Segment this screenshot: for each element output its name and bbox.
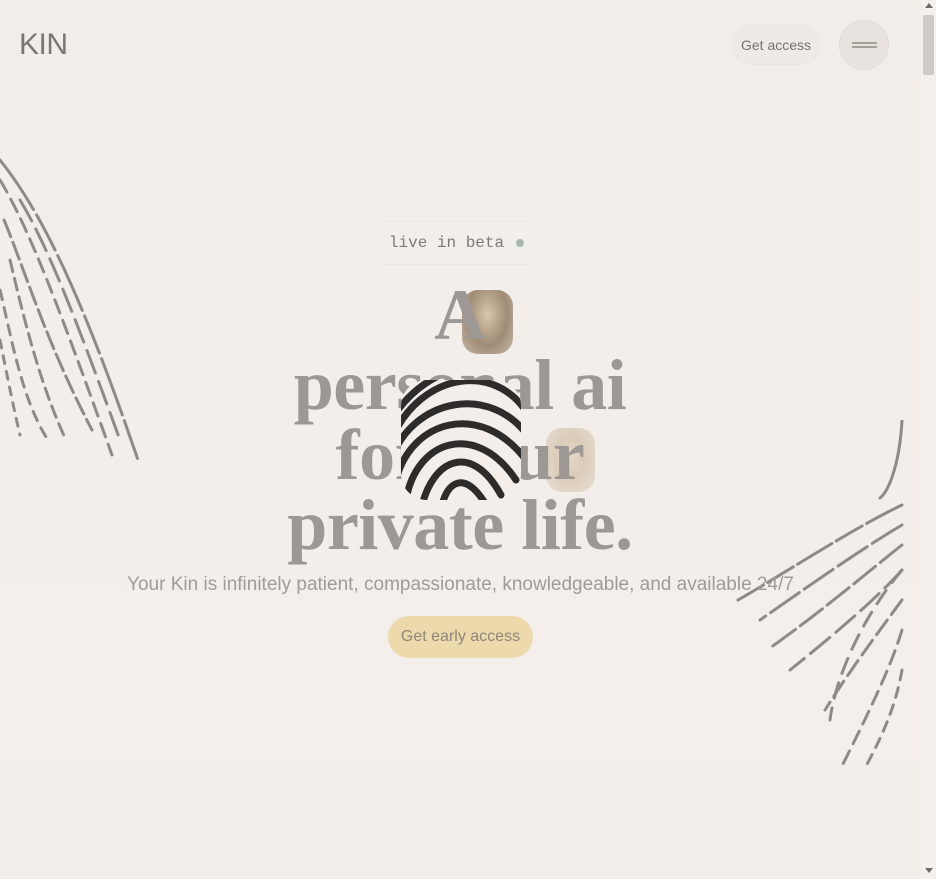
decorative-strands-left (0, 158, 140, 462)
page: KIN Get access live in beta A ai for pri… (0, 0, 921, 879)
beta-badge: live in beta (383, 221, 530, 265)
menu-button[interactable] (839, 20, 889, 70)
status-dot-icon (516, 239, 525, 247)
headline-line-4: private life. (287, 485, 633, 565)
scroll-down-arrow-icon[interactable] (925, 868, 933, 873)
scroll-up-arrow-icon[interactable] (925, 3, 933, 8)
page-scrollbar[interactable] (921, 0, 936, 879)
hero-subtitle: Your Kin is infinitely patient, compassi… (127, 574, 794, 595)
get-access-button[interactable]: Get access (732, 25, 820, 65)
kin-logo[interactable]: KIN (19, 28, 68, 62)
fingerprint-icon (401, 380, 521, 500)
scroll-thumb[interactable] (923, 15, 934, 75)
beta-badge-label: live in beta (388, 234, 505, 252)
get-early-access-button[interactable]: Get early access (388, 616, 533, 658)
decorative-strands-right (736, 420, 904, 772)
headline-line-1: A (434, 275, 486, 355)
hamburger-icon (851, 42, 877, 48)
